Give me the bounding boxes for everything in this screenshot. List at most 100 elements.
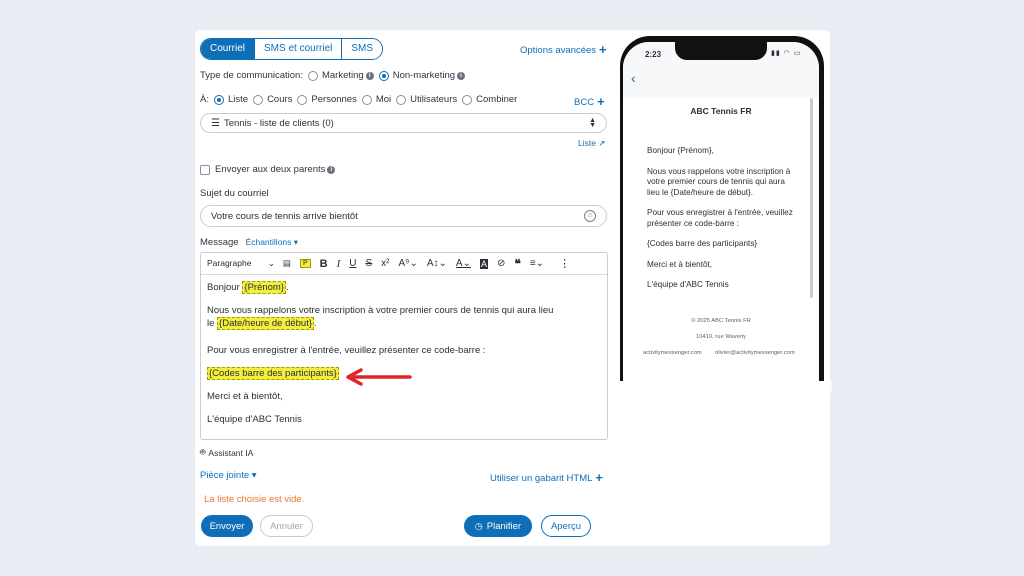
- info-icon[interactable]: i: [327, 165, 336, 174]
- list-select-value: Tennis - liste de clients (0): [223, 117, 334, 129]
- barcode-placeholder[interactable]: {Codes barre des participants}: [207, 367, 339, 380]
- phone-footer-email[interactable]: olivier@activitymessenger.com: [715, 350, 807, 356]
- samples-dropdown[interactable]: Échantillons ▾: [246, 237, 299, 248]
- body-line-2-prefix: le: [207, 318, 215, 329]
- phone-status-bar: 2:23 ▮▮ ◠ ▭ ‹: [623, 42, 819, 98]
- quote-icon[interactable]: ❝: [514, 257, 520, 271]
- caret-down-icon: ▾: [251, 470, 257, 481]
- bcc-button[interactable]: BCC +: [574, 94, 605, 109]
- recipients-label: À:: [200, 94, 209, 105]
- subject-value: Votre cours de tennis arrive bientôt: [211, 210, 358, 222]
- plus-icon: +: [597, 94, 605, 109]
- radio-marketing[interactable]: [307, 70, 318, 81]
- phone-para-1: Nous vous rappelons votre inscription à …: [647, 166, 791, 197]
- both-parents-checkbox[interactable]: [200, 164, 210, 175]
- comm-type-row: Type de communication: Marketing i Non-ma…: [200, 70, 466, 81]
- select-arrows-icon: ▲ ▼: [589, 117, 596, 129]
- radio-non-marketing[interactable]: [378, 70, 389, 81]
- cancel-button[interactable]: Annuler: [260, 515, 313, 537]
- placeholder-icon[interactable]: P: [299, 259, 311, 268]
- bcc-label: BCC: [574, 97, 595, 108]
- combiner-label: Combiner: [476, 94, 518, 105]
- emoji-icon[interactable]: ☺: [584, 210, 596, 222]
- ai-assistant-button[interactable]: 🤖︎ Assistant IA: [200, 446, 253, 459]
- signature-text: L'équipe d'ABC Tennis: [207, 414, 302, 425]
- closing-text: Merci et à bientôt,: [207, 391, 283, 402]
- samples-label: Échantillons: [245, 237, 292, 247]
- send-button[interactable]: Envoyer: [201, 515, 253, 537]
- red-arrow-annotation: [346, 368, 412, 386]
- non-marketing-label: Non-marketing: [392, 70, 456, 81]
- list-select[interactable]: ☰ Tennis - liste de clients (0) ▲ ▼: [200, 113, 607, 133]
- clock-icon: ◷: [474, 520, 483, 531]
- both-parents-label: Envoyer aux deux parents: [215, 164, 326, 175]
- attachment-label: Pièce jointe: [200, 470, 250, 481]
- align-icon[interactable]: ≡⌄: [530, 258, 544, 269]
- plus-icon: +: [595, 470, 604, 485]
- tab-sms[interactable]: SMS: [341, 39, 383, 59]
- subject-input[interactable]: Votre cours de tennis arrive bientôt ☺: [200, 205, 607, 227]
- list-icon: ☰: [211, 117, 220, 129]
- superscript-icon[interactable]: x²: [381, 258, 389, 269]
- external-link-icon: ↗: [598, 138, 606, 148]
- radio-cours[interactable]: [253, 94, 264, 105]
- font-size-icon[interactable]: A↕⌄: [427, 258, 447, 269]
- italic-icon[interactable]: I: [337, 258, 341, 270]
- list-link[interactable]: Liste ↗: [578, 138, 605, 149]
- tab-sms-et-courriel[interactable]: SMS et courriel: [254, 39, 342, 59]
- phone-footer-link[interactable]: activitymessenger.com: [643, 350, 702, 356]
- firstname-placeholder[interactable]: {Prénom}: [242, 281, 287, 294]
- text-color-icon[interactable]: A⌄: [456, 258, 471, 269]
- bold-icon[interactable]: B: [320, 258, 328, 270]
- attachment-dropdown[interactable]: Pièce jointe ▾: [200, 470, 257, 481]
- phone-screen: 2:23 ▮▮ ◠ ▭ ‹ ABC Tennis FR Bonjour {Pré…: [623, 42, 819, 381]
- info-icon[interactable]: i: [365, 71, 374, 80]
- phone-scrollbar[interactable]: [810, 98, 813, 298]
- phone-notch: [675, 42, 767, 60]
- caret-down-icon: ▾: [293, 237, 299, 247]
- cours-label: Cours: [267, 94, 293, 105]
- phone-sender: ABC Tennis FR: [690, 106, 752, 116]
- comm-type-label: Type de communication:: [200, 70, 303, 81]
- more-options-icon[interactable]: ⋮: [559, 257, 570, 270]
- radio-personnes[interactable]: [297, 94, 308, 105]
- schedule-button[interactable]: ◷ Planifier: [464, 515, 532, 537]
- back-chevron-icon[interactable]: ‹: [631, 70, 636, 86]
- subject-label: Sujet du courriel: [200, 188, 269, 199]
- strikethrough-icon[interactable]: S: [365, 258, 372, 269]
- list-link-label: Liste: [578, 138, 596, 148]
- tab-courriel[interactable]: Courriel: [201, 39, 255, 59]
- editor-toolbar: Paragraphe ⌄ ▤ P B I U S x² A⁹⌄ A↕⌄ A⌄ A…: [201, 253, 607, 275]
- message-body[interactable]: Bonjour {Prénom}. Nous vous rappelons vo…: [201, 275, 607, 442]
- channel-tabs: Courriel SMS et courriel SMS: [200, 38, 384, 60]
- info-icon[interactable]: i: [457, 71, 466, 80]
- personnes-label: Personnes: [311, 94, 357, 105]
- document-icon[interactable]: ▤: [283, 258, 291, 269]
- recipients-row: À: Liste Cours Personnes Moi Utilisateur…: [200, 94, 517, 105]
- robot-icon: 🤖︎: [200, 447, 206, 457]
- highlight-color-icon[interactable]: A: [479, 258, 488, 269]
- radio-utilisateurs[interactable]: [396, 94, 407, 105]
- paragraph-dropdown[interactable]: Paragraphe ⌄: [207, 258, 275, 269]
- font-family-icon[interactable]: A⁹⌄: [399, 258, 418, 269]
- html-template-link[interactable]: Utiliser un gabarit HTML +: [490, 470, 603, 485]
- radio-moi[interactable]: [361, 94, 372, 105]
- radio-liste[interactable]: [213, 94, 224, 105]
- radio-combiner[interactable]: [462, 94, 473, 105]
- phone-greeting: Bonjour {Prénom},: [647, 146, 714, 155]
- paragraph-label: Paragraphe: [207, 258, 252, 268]
- preview-button[interactable]: Aperçu: [541, 515, 591, 537]
- marketing-label: Marketing: [321, 70, 364, 81]
- body-line-3: Pour vous enregistrer à l'entrée, veuill…: [207, 345, 486, 356]
- error-message: La liste choisie est vide.: [204, 494, 305, 505]
- utilisateurs-label: Utilisateurs: [410, 94, 458, 105]
- phone-para-2: Pour vous enregistrer à l'entrée, veuill…: [647, 208, 793, 228]
- underline-icon[interactable]: U: [349, 258, 356, 269]
- message-editor: Paragraphe ⌄ ▤ P B I U S x² A⁹⌄ A↕⌄ A⌄ A…: [200, 252, 608, 440]
- date-placeholder[interactable]: {Date/heure de début}: [217, 317, 315, 330]
- link-icon[interactable]: ⊘: [497, 258, 505, 269]
- schedule-label: Planifier: [486, 520, 522, 532]
- phone-signature: L'équipe d'ABC Tennis: [647, 280, 729, 289]
- phone-fade: [612, 381, 832, 397]
- advanced-options-link[interactable]: Options avancées +: [520, 42, 607, 57]
